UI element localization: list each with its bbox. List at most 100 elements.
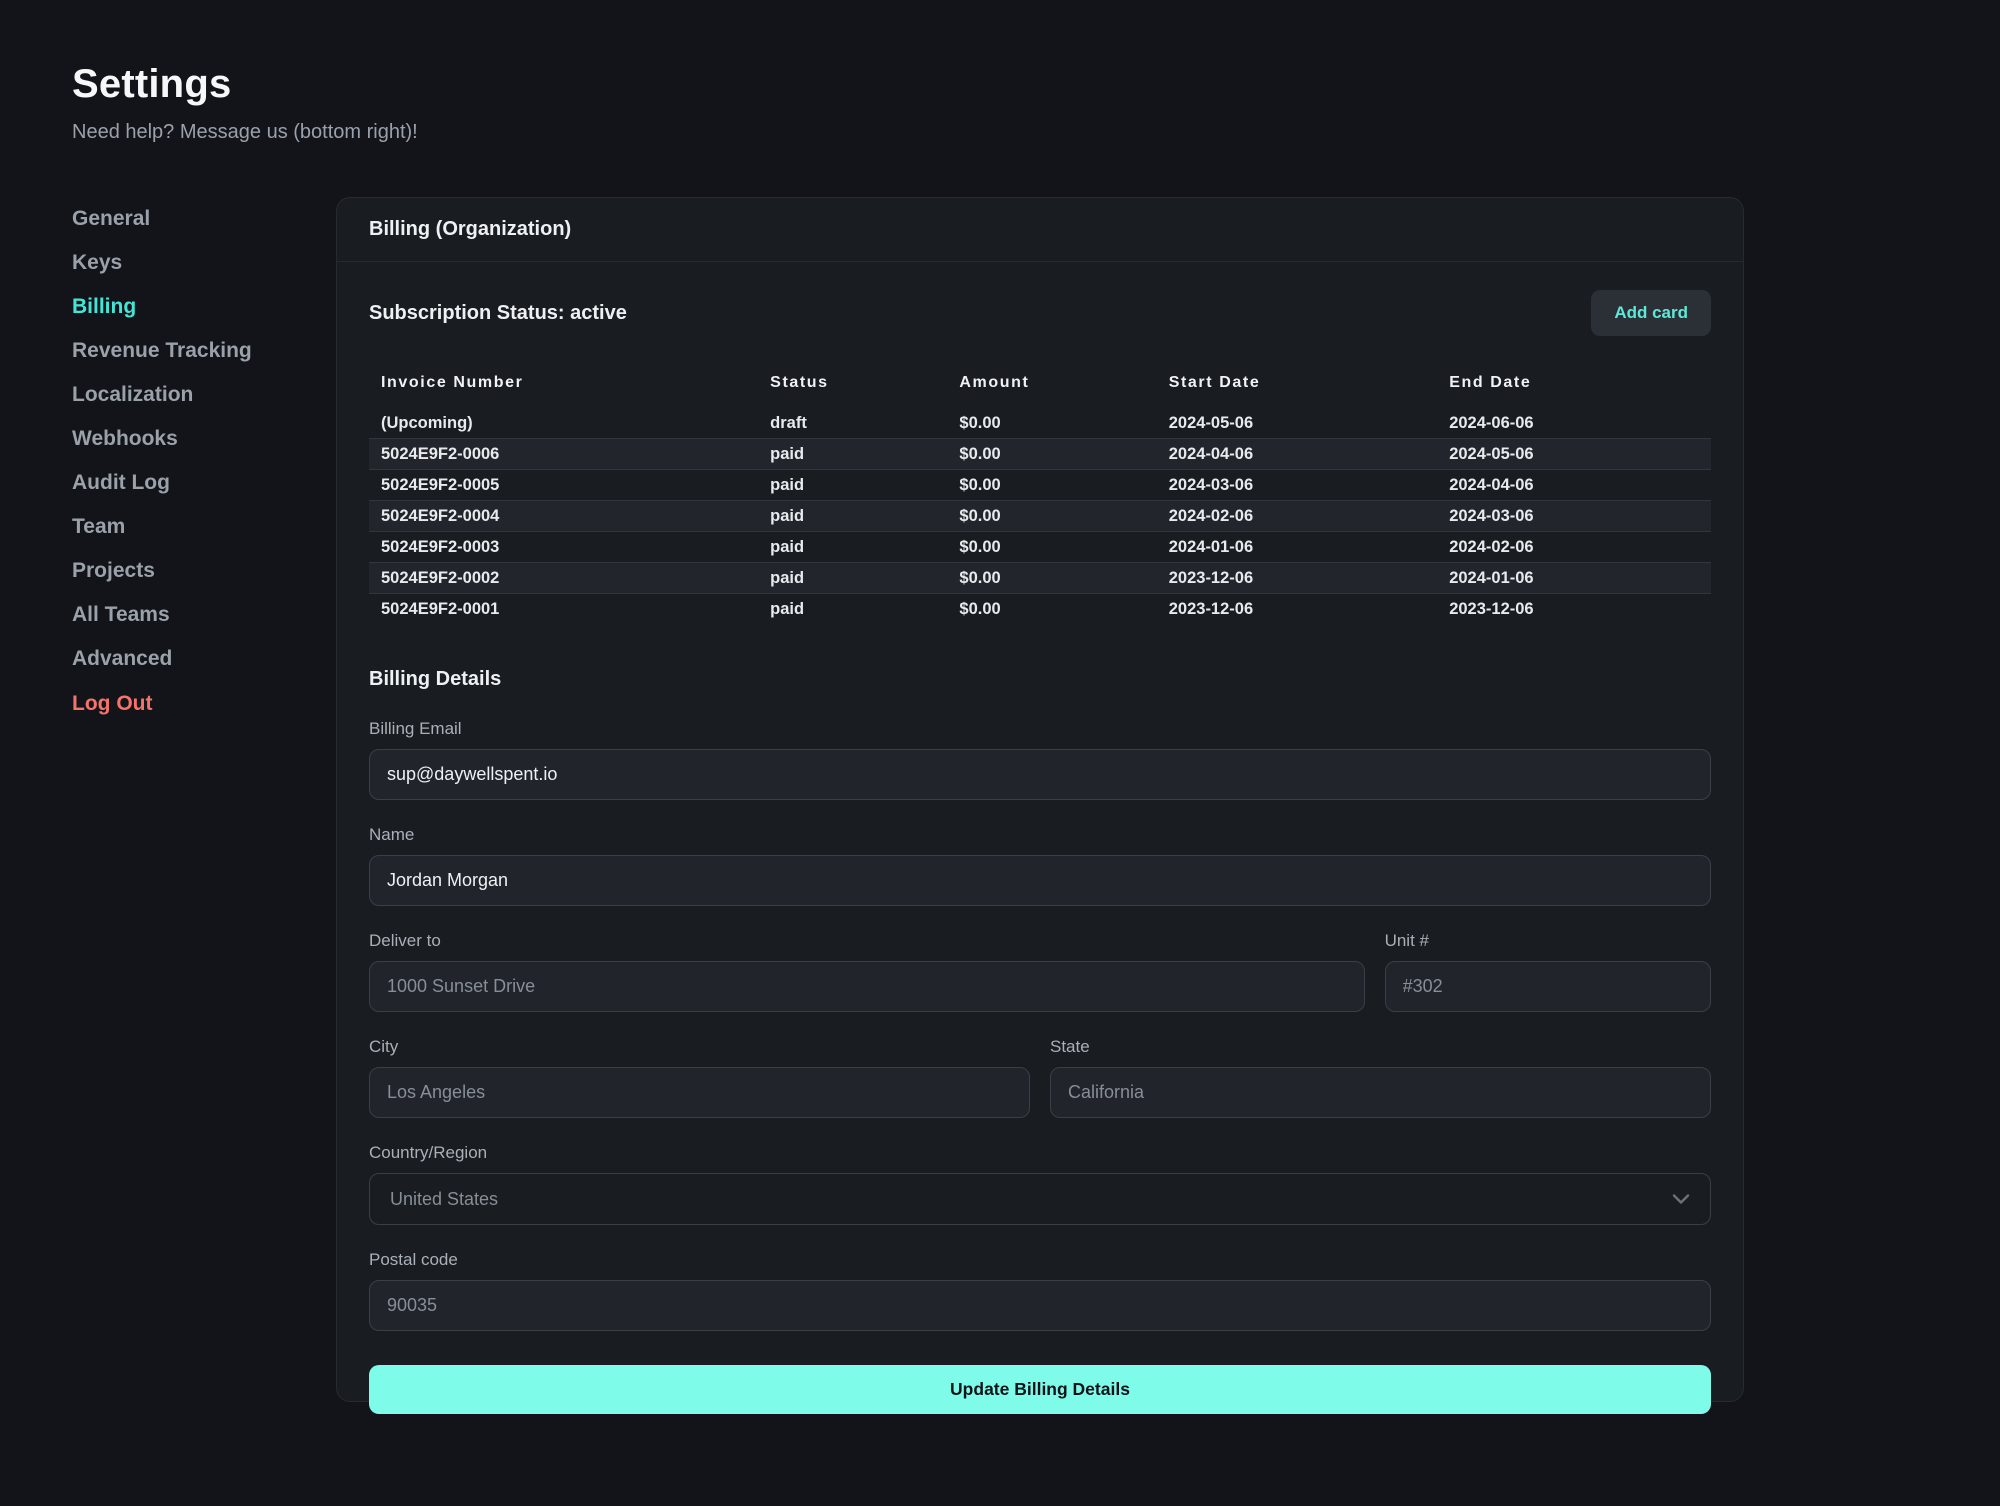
cell-invoice-number: 5024E9F2-0005 — [369, 470, 758, 501]
sidebar-item-general[interactable]: General — [72, 196, 252, 240]
cell-amount: $0.00 — [947, 501, 1156, 532]
state-group: State — [1050, 1037, 1711, 1118]
panel-header: Billing (Organization) — [337, 198, 1743, 262]
billing-panel: Billing (Organization) Subscription Stat… — [336, 197, 1744, 1402]
sidebar-item-localization[interactable]: Localization — [72, 372, 252, 416]
state-field[interactable] — [1050, 1067, 1711, 1118]
city-label: City — [369, 1037, 1030, 1057]
cell-status: paid — [758, 594, 947, 625]
cell-amount: $0.00 — [947, 594, 1156, 625]
column-start-date: Start Date — [1157, 370, 1437, 408]
cell-amount: $0.00 — [947, 408, 1156, 439]
cell-invoice-number: 5024E9F2-0003 — [369, 532, 758, 563]
cell-amount: $0.00 — [947, 563, 1156, 594]
postal-code-group: Postal code — [369, 1250, 1711, 1331]
unit-field[interactable] — [1385, 961, 1711, 1012]
cell-start-date: 2024-03-06 — [1157, 470, 1437, 501]
postal-code-label: Postal code — [369, 1250, 1711, 1270]
page-subtitle: Need help? Message us (bottom right)! — [72, 121, 418, 144]
country-selected-value: United States — [390, 1189, 498, 1210]
sidebar-item-audit-log[interactable]: Audit Log — [72, 461, 252, 505]
column-status: Status — [758, 370, 947, 408]
state-label: State — [1050, 1037, 1711, 1057]
billing-email-label: Billing Email — [369, 719, 1711, 739]
table-row: 5024E9F2-0001 paid $0.00 2023-12-06 2023… — [369, 594, 1711, 625]
page-title: Settings — [72, 62, 418, 107]
unit-group: Unit # — [1385, 931, 1711, 1012]
cell-status: paid — [758, 532, 947, 563]
column-end-date: End Date — [1437, 370, 1711, 408]
panel-body: Subscription Status: active Add card Inv… — [337, 262, 1743, 1438]
cell-status: draft — [758, 408, 947, 439]
add-card-button[interactable]: Add card — [1591, 290, 1711, 336]
billing-email-field[interactable] — [369, 749, 1711, 800]
cell-status: paid — [758, 470, 947, 501]
cell-start-date: 2024-05-06 — [1157, 408, 1437, 439]
update-billing-details-button[interactable]: Update Billing Details — [369, 1365, 1711, 1414]
cell-invoice-number: 5024E9F2-0004 — [369, 501, 758, 532]
invoice-table-header: Invoice Number Status Amount Start Date … — [369, 370, 1711, 408]
settings-sidebar: General Keys Billing Revenue Tracking Lo… — [72, 196, 252, 725]
table-row: 5024E9F2-0005 paid $0.00 2024-03-06 2024… — [369, 470, 1711, 501]
cell-invoice-number: 5024E9F2-0006 — [369, 439, 758, 470]
column-invoice-number: Invoice Number — [369, 370, 758, 408]
cell-end-date: 2023-12-06 — [1437, 594, 1711, 625]
billing-details-heading: Billing Details — [369, 668, 1711, 691]
country-select[interactable]: United States — [369, 1173, 1711, 1225]
subscription-status-row: Subscription Status: active Add card — [369, 290, 1711, 336]
cell-end-date: 2024-02-06 — [1437, 532, 1711, 563]
invoice-table: Invoice Number Status Amount Start Date … — [369, 370, 1711, 624]
cell-end-date: 2024-01-06 — [1437, 563, 1711, 594]
cell-start-date: 2024-01-06 — [1157, 532, 1437, 563]
sidebar-item-projects[interactable]: Projects — [72, 549, 252, 593]
table-row: 5024E9F2-0002 paid $0.00 2023-12-06 2024… — [369, 563, 1711, 594]
cell-status: paid — [758, 439, 947, 470]
country-label: Country/Region — [369, 1143, 1711, 1163]
country-group: Country/Region United States — [369, 1143, 1711, 1225]
name-field[interactable] — [369, 855, 1711, 906]
name-label: Name — [369, 825, 1711, 845]
page-header: Settings Need help? Message us (bottom r… — [72, 62, 418, 144]
sidebar-item-team[interactable]: Team — [72, 505, 252, 549]
city-field[interactable] — [369, 1067, 1030, 1118]
deliver-to-group: Deliver to — [369, 931, 1365, 1012]
table-header-row: Invoice Number Status Amount Start Date … — [369, 370, 1711, 408]
cell-invoice-number: 5024E9F2-0002 — [369, 563, 758, 594]
city-state-row: City State — [369, 1037, 1711, 1118]
cell-amount: $0.00 — [947, 532, 1156, 563]
table-row: 5024E9F2-0004 paid $0.00 2024-02-06 2024… — [369, 501, 1711, 532]
table-row: (Upcoming) draft $0.00 2024-05-06 2024-0… — [369, 408, 1711, 439]
table-row: 5024E9F2-0006 paid $0.00 2024-04-06 2024… — [369, 439, 1711, 470]
city-group: City — [369, 1037, 1030, 1118]
subscription-status: Subscription Status: active — [369, 302, 627, 325]
billing-email-group: Billing Email — [369, 719, 1711, 800]
cell-end-date: 2024-04-06 — [1437, 470, 1711, 501]
deliver-to-field[interactable] — [369, 961, 1365, 1012]
cell-start-date: 2023-12-06 — [1157, 563, 1437, 594]
sidebar-item-advanced[interactable]: Advanced — [72, 637, 252, 681]
cell-invoice-number: (Upcoming) — [369, 408, 758, 439]
name-group: Name — [369, 825, 1711, 906]
cell-amount: $0.00 — [947, 439, 1156, 470]
deliver-to-label: Deliver to — [369, 931, 1365, 951]
cell-invoice-number: 5024E9F2-0001 — [369, 594, 758, 625]
cell-amount: $0.00 — [947, 470, 1156, 501]
table-row: 5024E9F2-0003 paid $0.00 2024-01-06 2024… — [369, 532, 1711, 563]
cell-end-date: 2024-03-06 — [1437, 501, 1711, 532]
address-row: Deliver to Unit # — [369, 931, 1711, 1012]
cell-status: paid — [758, 501, 947, 532]
sidebar-item-keys[interactable]: Keys — [72, 240, 252, 284]
sidebar-item-revenue-tracking[interactable]: Revenue Tracking — [72, 328, 252, 372]
chevron-down-icon — [1672, 1193, 1690, 1205]
sidebar-item-all-teams[interactable]: All Teams — [72, 593, 252, 637]
cell-start-date: 2024-02-06 — [1157, 501, 1437, 532]
sidebar-item-billing[interactable]: Billing — [72, 284, 252, 328]
sidebar-item-log-out[interactable]: Log Out — [72, 681, 252, 725]
cell-start-date: 2023-12-06 — [1157, 594, 1437, 625]
cell-end-date: 2024-05-06 — [1437, 439, 1711, 470]
panel-title: Billing (Organization) — [369, 218, 571, 241]
sidebar-item-webhooks[interactable]: Webhooks — [72, 416, 252, 460]
billing-details-form: Billing Email Name Deliver to Unit # — [369, 719, 1711, 1414]
postal-code-field[interactable] — [369, 1280, 1711, 1331]
column-amount: Amount — [947, 370, 1156, 408]
